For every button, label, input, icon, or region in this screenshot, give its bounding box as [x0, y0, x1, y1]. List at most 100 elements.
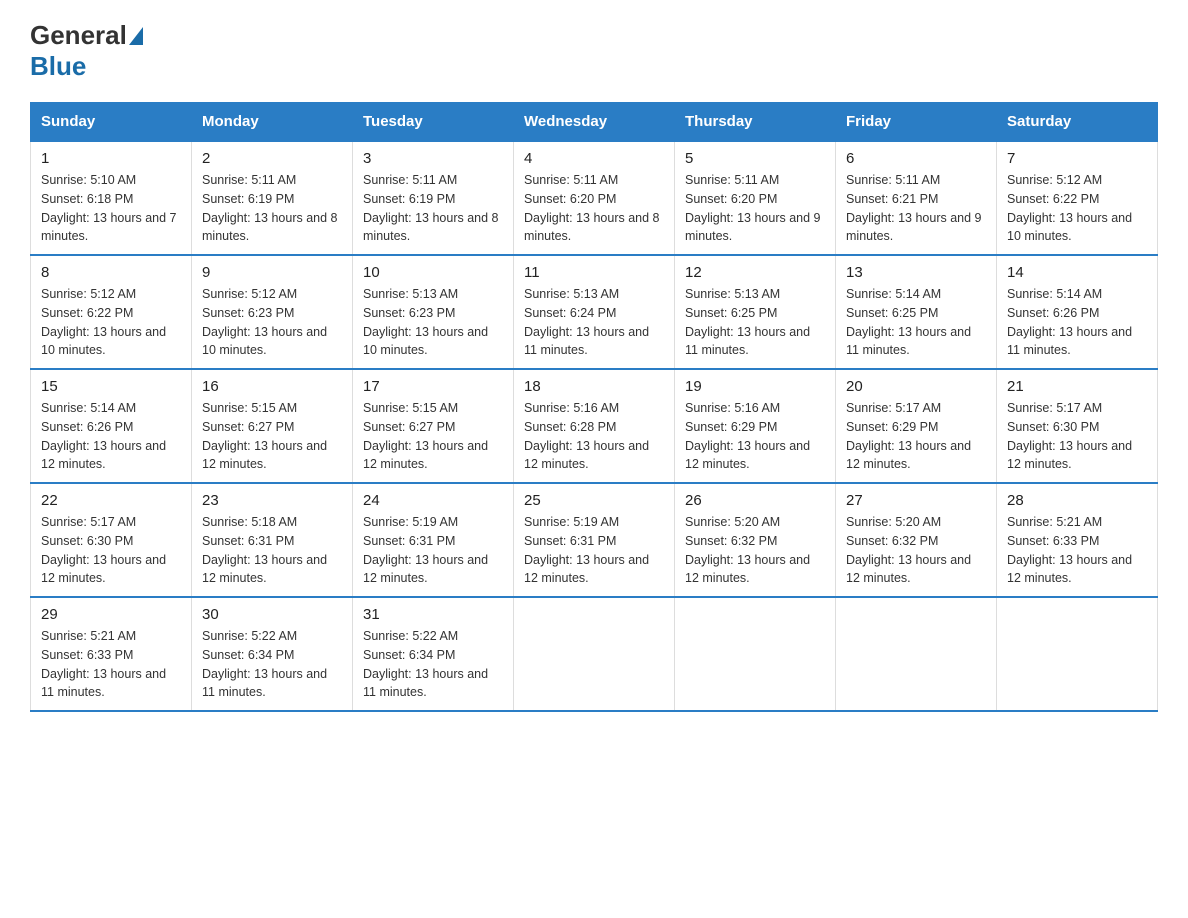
day-info: Sunrise: 5:19 AMSunset: 6:31 PMDaylight:…: [363, 513, 503, 588]
day-info: Sunrise: 5:12 AMSunset: 6:22 PMDaylight:…: [1007, 171, 1147, 246]
day-cell: 22 Sunrise: 5:17 AMSunset: 6:30 PMDaylig…: [31, 483, 192, 597]
week-row-2: 8 Sunrise: 5:12 AMSunset: 6:22 PMDayligh…: [31, 255, 1158, 369]
day-info: Sunrise: 5:16 AMSunset: 6:28 PMDaylight:…: [524, 399, 664, 474]
day-cell: [514, 597, 675, 711]
day-info: Sunrise: 5:12 AMSunset: 6:23 PMDaylight:…: [202, 285, 342, 360]
day-number: 3: [363, 150, 503, 167]
day-cell: 27 Sunrise: 5:20 AMSunset: 6:32 PMDaylig…: [836, 483, 997, 597]
calendar-table: SundayMondayTuesdayWednesdayThursdayFrid…: [30, 102, 1158, 712]
col-header-wednesday: Wednesday: [514, 103, 675, 142]
day-info: Sunrise: 5:14 AMSunset: 6:26 PMDaylight:…: [1007, 285, 1147, 360]
day-info: Sunrise: 5:11 AMSunset: 6:19 PMDaylight:…: [202, 171, 342, 246]
day-number: 30: [202, 606, 342, 623]
day-number: 21: [1007, 378, 1147, 395]
day-cell: 2 Sunrise: 5:11 AMSunset: 6:19 PMDayligh…: [192, 141, 353, 255]
day-number: 29: [41, 606, 181, 623]
week-row-5: 29 Sunrise: 5:21 AMSunset: 6:33 PMDaylig…: [31, 597, 1158, 711]
day-info: Sunrise: 5:13 AMSunset: 6:25 PMDaylight:…: [685, 285, 825, 360]
day-info: Sunrise: 5:11 AMSunset: 6:21 PMDaylight:…: [846, 171, 986, 246]
col-header-thursday: Thursday: [675, 103, 836, 142]
day-cell: 31 Sunrise: 5:22 AMSunset: 6:34 PMDaylig…: [353, 597, 514, 711]
logo-general-text: General: [30, 20, 127, 51]
day-cell: 18 Sunrise: 5:16 AMSunset: 6:28 PMDaylig…: [514, 369, 675, 483]
day-info: Sunrise: 5:11 AMSunset: 6:19 PMDaylight:…: [363, 171, 503, 246]
day-info: Sunrise: 5:19 AMSunset: 6:31 PMDaylight:…: [524, 513, 664, 588]
day-number: 20: [846, 378, 986, 395]
col-header-friday: Friday: [836, 103, 997, 142]
day-cell: 23 Sunrise: 5:18 AMSunset: 6:31 PMDaylig…: [192, 483, 353, 597]
day-info: Sunrise: 5:13 AMSunset: 6:24 PMDaylight:…: [524, 285, 664, 360]
day-number: 8: [41, 264, 181, 281]
logo: General Blue: [30, 20, 145, 82]
day-cell: 5 Sunrise: 5:11 AMSunset: 6:20 PMDayligh…: [675, 141, 836, 255]
day-cell: 25 Sunrise: 5:19 AMSunset: 6:31 PMDaylig…: [514, 483, 675, 597]
day-number: 16: [202, 378, 342, 395]
day-info: Sunrise: 5:21 AMSunset: 6:33 PMDaylight:…: [1007, 513, 1147, 588]
day-info: Sunrise: 5:14 AMSunset: 6:26 PMDaylight:…: [41, 399, 181, 474]
day-number: 15: [41, 378, 181, 395]
day-number: 24: [363, 492, 503, 509]
day-info: Sunrise: 5:11 AMSunset: 6:20 PMDaylight:…: [685, 171, 825, 246]
day-cell: 21 Sunrise: 5:17 AMSunset: 6:30 PMDaylig…: [997, 369, 1158, 483]
day-cell: 10 Sunrise: 5:13 AMSunset: 6:23 PMDaylig…: [353, 255, 514, 369]
week-row-1: 1 Sunrise: 5:10 AMSunset: 6:18 PMDayligh…: [31, 141, 1158, 255]
day-number: 18: [524, 378, 664, 395]
day-number: 2: [202, 150, 342, 167]
day-number: 1: [41, 150, 181, 167]
day-cell: 6 Sunrise: 5:11 AMSunset: 6:21 PMDayligh…: [836, 141, 997, 255]
col-header-saturday: Saturday: [997, 103, 1158, 142]
day-number: 27: [846, 492, 986, 509]
logo-triangle-icon: [129, 27, 143, 45]
day-cell: 19 Sunrise: 5:16 AMSunset: 6:29 PMDaylig…: [675, 369, 836, 483]
day-number: 13: [846, 264, 986, 281]
day-cell: 16 Sunrise: 5:15 AMSunset: 6:27 PMDaylig…: [192, 369, 353, 483]
col-header-monday: Monday: [192, 103, 353, 142]
page-header: General Blue: [30, 20, 1158, 82]
day-number: 12: [685, 264, 825, 281]
day-info: Sunrise: 5:17 AMSunset: 6:30 PMDaylight:…: [41, 513, 181, 588]
day-cell: 29 Sunrise: 5:21 AMSunset: 6:33 PMDaylig…: [31, 597, 192, 711]
col-header-tuesday: Tuesday: [353, 103, 514, 142]
day-info: Sunrise: 5:11 AMSunset: 6:20 PMDaylight:…: [524, 171, 664, 246]
day-cell: 1 Sunrise: 5:10 AMSunset: 6:18 PMDayligh…: [31, 141, 192, 255]
day-number: 19: [685, 378, 825, 395]
day-cell: 24 Sunrise: 5:19 AMSunset: 6:31 PMDaylig…: [353, 483, 514, 597]
day-cell: 14 Sunrise: 5:14 AMSunset: 6:26 PMDaylig…: [997, 255, 1158, 369]
day-info: Sunrise: 5:17 AMSunset: 6:30 PMDaylight:…: [1007, 399, 1147, 474]
day-cell: 30 Sunrise: 5:22 AMSunset: 6:34 PMDaylig…: [192, 597, 353, 711]
day-number: 9: [202, 264, 342, 281]
day-number: 26: [685, 492, 825, 509]
day-number: 31: [363, 606, 503, 623]
col-header-sunday: Sunday: [31, 103, 192, 142]
day-info: Sunrise: 5:21 AMSunset: 6:33 PMDaylight:…: [41, 627, 181, 702]
day-cell: 13 Sunrise: 5:14 AMSunset: 6:25 PMDaylig…: [836, 255, 997, 369]
day-cell: 20 Sunrise: 5:17 AMSunset: 6:29 PMDaylig…: [836, 369, 997, 483]
week-row-3: 15 Sunrise: 5:14 AMSunset: 6:26 PMDaylig…: [31, 369, 1158, 483]
day-number: 23: [202, 492, 342, 509]
day-info: Sunrise: 5:17 AMSunset: 6:29 PMDaylight:…: [846, 399, 986, 474]
day-number: 5: [685, 150, 825, 167]
day-number: 17: [363, 378, 503, 395]
day-number: 11: [524, 264, 664, 281]
day-number: 14: [1007, 264, 1147, 281]
day-cell: 17 Sunrise: 5:15 AMSunset: 6:27 PMDaylig…: [353, 369, 514, 483]
day-number: 25: [524, 492, 664, 509]
day-info: Sunrise: 5:15 AMSunset: 6:27 PMDaylight:…: [363, 399, 503, 474]
day-info: Sunrise: 5:18 AMSunset: 6:31 PMDaylight:…: [202, 513, 342, 588]
day-cell: 3 Sunrise: 5:11 AMSunset: 6:19 PMDayligh…: [353, 141, 514, 255]
day-cell: 8 Sunrise: 5:12 AMSunset: 6:22 PMDayligh…: [31, 255, 192, 369]
day-info: Sunrise: 5:20 AMSunset: 6:32 PMDaylight:…: [685, 513, 825, 588]
day-cell: 11 Sunrise: 5:13 AMSunset: 6:24 PMDaylig…: [514, 255, 675, 369]
day-info: Sunrise: 5:14 AMSunset: 6:25 PMDaylight:…: [846, 285, 986, 360]
day-cell: 15 Sunrise: 5:14 AMSunset: 6:26 PMDaylig…: [31, 369, 192, 483]
day-cell: 28 Sunrise: 5:21 AMSunset: 6:33 PMDaylig…: [997, 483, 1158, 597]
day-info: Sunrise: 5:15 AMSunset: 6:27 PMDaylight:…: [202, 399, 342, 474]
day-info: Sunrise: 5:20 AMSunset: 6:32 PMDaylight:…: [846, 513, 986, 588]
day-cell: 26 Sunrise: 5:20 AMSunset: 6:32 PMDaylig…: [675, 483, 836, 597]
logo-blue-text: Blue: [30, 51, 86, 81]
day-info: Sunrise: 5:12 AMSunset: 6:22 PMDaylight:…: [41, 285, 181, 360]
day-cell: [836, 597, 997, 711]
day-number: 6: [846, 150, 986, 167]
day-number: 7: [1007, 150, 1147, 167]
day-info: Sunrise: 5:10 AMSunset: 6:18 PMDaylight:…: [41, 171, 181, 246]
